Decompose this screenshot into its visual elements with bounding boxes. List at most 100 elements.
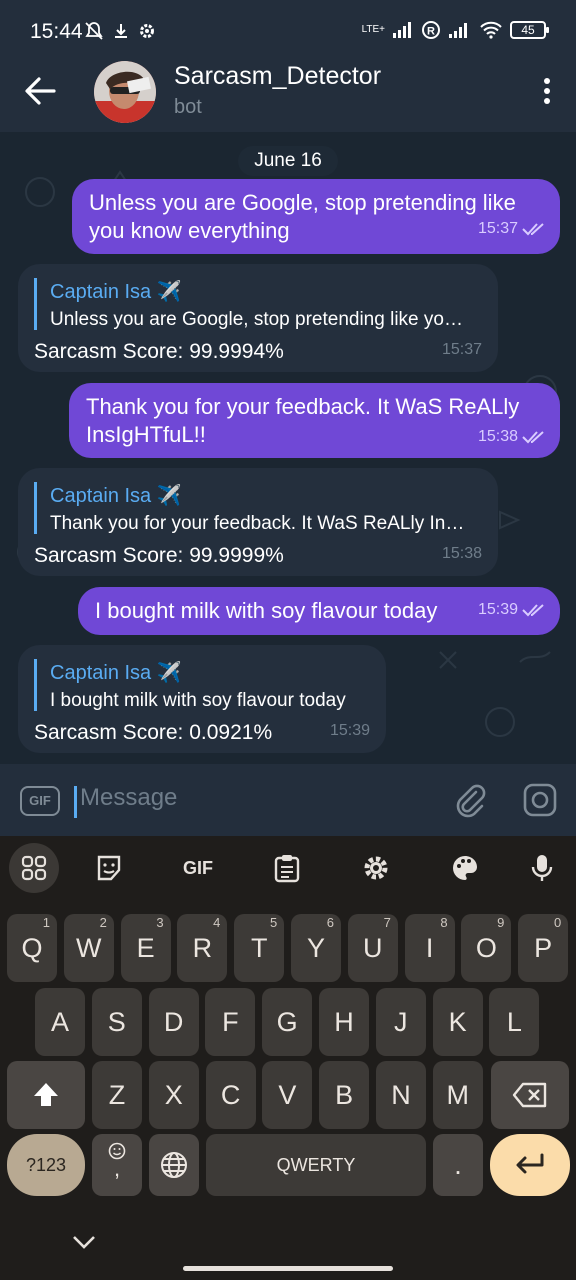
home-gesture-handle[interactable] — [183, 1266, 393, 1271]
message-text: Sarcasm Score: 0.0921% — [34, 721, 273, 744]
key-number-hint: 1 — [42, 915, 50, 930]
message-time: 15:37 — [477, 220, 518, 237]
incoming-message[interactable]: Captain Isa ✈️ Thank you for your feedba… — [18, 468, 498, 576]
sticker-icon[interactable] — [87, 846, 131, 890]
key-number-hint: 4 — [213, 915, 221, 930]
apps-grid-icon[interactable] — [9, 843, 59, 893]
enter-key[interactable] — [490, 1134, 570, 1196]
soft-keyboard: GIF Q1W2E3R4T5Y6U7I8O9P0 ASDFGHJKL ZXCVB… — [0, 836, 576, 1280]
back-arrow-icon[interactable] — [22, 74, 58, 108]
reply-author: Captain Isa ✈️ — [50, 485, 182, 507]
key-v[interactable]: V — [262, 1061, 313, 1129]
camera-icon[interactable] — [522, 782, 558, 818]
key-number-hint: 3 — [156, 915, 164, 930]
date-separator: June 16 — [238, 146, 338, 176]
gif-keyboard-button[interactable]: GIF — [176, 846, 220, 890]
message-text-line2: you know everything — [89, 218, 290, 243]
key-d[interactable]: D — [148, 988, 199, 1056]
key-t[interactable]: T5 — [234, 914, 285, 982]
key-s[interactable]: S — [91, 988, 142, 1056]
double-check-icon — [522, 223, 544, 236]
key-x[interactable]: X — [148, 1061, 199, 1129]
symbols-mode-key[interactable]: ?123 — [7, 1134, 85, 1196]
paperclip-icon[interactable] — [452, 782, 488, 818]
mute-bell-icon — [85, 22, 103, 40]
key-u[interactable]: U7 — [347, 914, 398, 982]
message-time: 15:39 — [477, 601, 518, 618]
incoming-message[interactable]: Captain Isa ✈️ I bought milk with soy fl… — [18, 645, 386, 753]
settings-gear-icon — [140, 24, 154, 38]
key-m[interactable]: M — [432, 1061, 483, 1129]
key-w[interactable]: W2 — [63, 914, 114, 982]
key-p[interactable]: P0 — [518, 914, 569, 982]
shift-key[interactable] — [7, 1061, 85, 1129]
key-label: I — [425, 933, 434, 963]
key-k[interactable]: K — [432, 988, 483, 1056]
roaming-r-icon: R — [422, 21, 440, 39]
key-number-hint: 6 — [326, 915, 334, 930]
wifi-icon — [480, 21, 502, 39]
more-options-icon[interactable] — [540, 76, 554, 106]
key-h[interactable]: H — [319, 988, 369, 1056]
outgoing-message[interactable]: Unless you are Google, stop pretending l… — [72, 179, 560, 254]
space-bar[interactable]: QWERTY — [206, 1134, 426, 1196]
key-n[interactable]: N — [376, 1061, 426, 1129]
message-meta: 15:38 — [478, 423, 548, 451]
chat-avatar[interactable] — [94, 61, 156, 123]
key-r[interactable]: R4 — [177, 914, 228, 982]
status-right-icons: LTE+ R 45 — [361, 20, 549, 40]
incoming-message[interactable]: Captain Isa ✈️ Unless you are Google, st… — [18, 264, 498, 372]
key-i[interactable]: I8 — [404, 914, 455, 982]
gif-sticker-button[interactable]: GIF — [20, 786, 60, 816]
reply-text: Thank you for your feedback. It WaS ReAL… — [50, 513, 465, 534]
reply-author: Captain Isa ✈️ — [50, 662, 182, 684]
key-b[interactable]: B — [319, 1061, 370, 1129]
chat-area[interactable]: June 16 Unless you are Google, stop pret… — [0, 132, 576, 764]
key-a[interactable]: A — [35, 988, 85, 1056]
backspace-key[interactable] — [491, 1061, 569, 1129]
double-check-icon — [522, 604, 544, 617]
message-text-line1: Thank you for your feedback. It WaS ReAL… — [86, 394, 520, 419]
key-label: P — [534, 933, 553, 963]
reply-quote[interactable]: Captain Isa ✈️ Thank you for your feedba… — [34, 482, 486, 534]
message-meta: 15:38 — [442, 540, 482, 568]
emoji-key[interactable]: , — [92, 1134, 142, 1196]
key-q[interactable]: Q1 — [7, 914, 57, 982]
text-caret — [74, 786, 77, 818]
reply-quote[interactable]: Captain Isa ✈️ I bought milk with soy fl… — [34, 659, 374, 711]
key-g[interactable]: G — [262, 988, 313, 1056]
key-o[interactable]: O9 — [461, 914, 512, 982]
period-key[interactable]: . — [433, 1134, 483, 1196]
key-f[interactable]: F — [205, 988, 256, 1056]
emoji-key-comma: , — [113, 1156, 121, 1181]
reply-text: I bought milk with soy flavour today — [50, 690, 346, 711]
message-time: 15:38 — [441, 545, 482, 562]
key-e[interactable]: E3 — [120, 914, 171, 982]
outgoing-message[interactable]: Thank you for your feedback. It WaS ReAL… — [69, 383, 560, 458]
chat-title[interactable]: Sarcasm_Detector — [174, 62, 381, 91]
microphone-icon[interactable] — [520, 846, 564, 890]
message-input[interactable]: Message — [80, 784, 177, 812]
keyboard-settings-icon[interactable] — [354, 846, 398, 890]
key-z[interactable]: Z — [92, 1061, 142, 1129]
message-text-line2: InsIgHTfuL!! — [86, 422, 206, 447]
key-y[interactable]: Y6 — [291, 914, 341, 982]
key-label: Y — [306, 933, 325, 963]
key-number-hint: 9 — [497, 915, 505, 930]
outgoing-message[interactable]: I bought milk with soy flavour today 15:… — [78, 587, 560, 635]
key-l[interactable]: L — [489, 988, 540, 1056]
clipboard-icon[interactable] — [265, 846, 309, 890]
key-label: T — [250, 933, 268, 963]
system-nav-bar — [0, 1214, 576, 1280]
message-meta: 15:37 — [442, 336, 482, 364]
key-c[interactable]: C — [205, 1061, 256, 1129]
key-label: W — [76, 933, 102, 963]
language-globe-key[interactable] — [149, 1134, 199, 1196]
key-j[interactable]: J — [375, 988, 426, 1056]
reply-quote[interactable]: Captain Isa ✈️ Unless you are Google, st… — [34, 278, 486, 330]
hide-keyboard-chevron-icon[interactable] — [70, 1232, 98, 1252]
network-type: LTE+ — [361, 24, 385, 35]
signal-icon — [393, 22, 411, 38]
theme-palette-icon[interactable] — [443, 846, 487, 890]
message-time: 15:38 — [477, 428, 518, 445]
